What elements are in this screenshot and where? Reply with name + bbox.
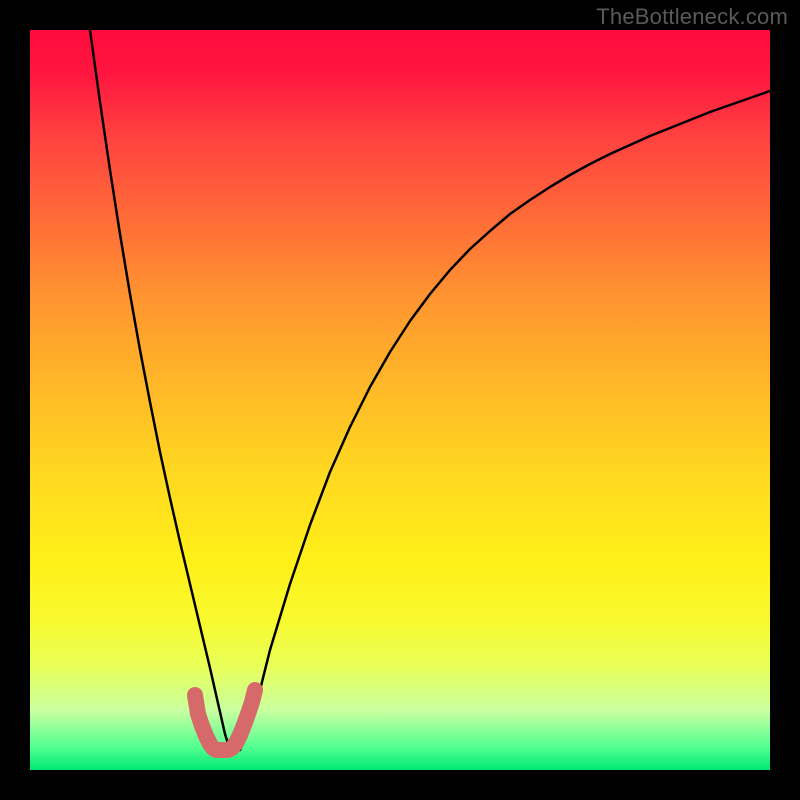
bottleneck-curve xyxy=(90,30,770,750)
plot-area xyxy=(30,30,770,770)
sweet-spot-marker xyxy=(195,690,255,750)
watermark-text: TheBottleneck.com xyxy=(596,4,788,30)
chart-frame: TheBottleneck.com xyxy=(0,0,800,800)
curve-svg xyxy=(30,30,770,770)
